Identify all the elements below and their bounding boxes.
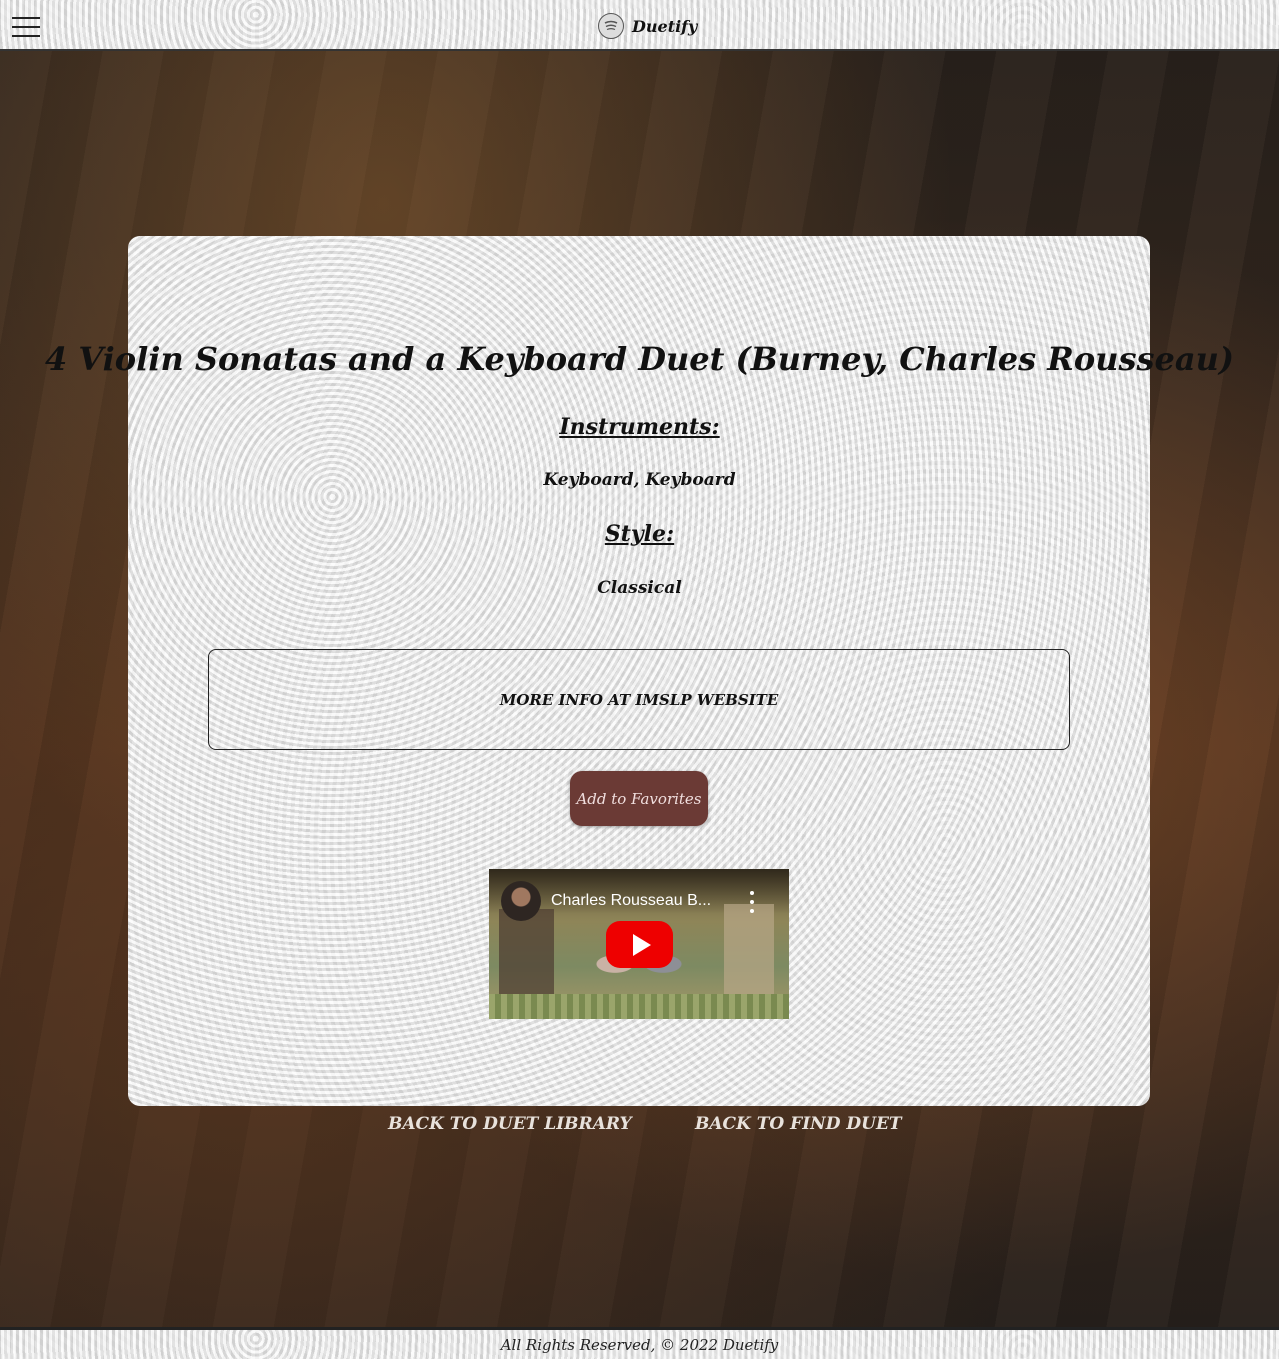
site-header: Duetify: [0, 0, 1279, 51]
instruments-heading: Instruments:: [559, 414, 720, 440]
style-value: Classical: [597, 578, 682, 598]
back-to-find-duet-link[interactable]: BACK TO FIND DUET: [695, 1114, 902, 1134]
duet-title: 4 Violin Sonatas and a Keyboard Duet (Bu…: [44, 340, 1235, 378]
footer-copyright: All Rights Reserved, © 2022 Duetify: [500, 1335, 779, 1354]
brand[interactable]: Duetify: [598, 12, 697, 40]
hamburger-menu-icon[interactable]: [12, 17, 40, 37]
site-footer: All Rights Reserved, © 2022 Duetify: [0, 1327, 1279, 1359]
instruments-value: Keyboard, Keyboard: [543, 470, 736, 490]
more-vertical-icon[interactable]: [747, 891, 757, 913]
youtube-video-embed[interactable]: Charles Rousseau B...: [489, 869, 789, 1019]
youtube-play-icon[interactable]: [606, 921, 673, 968]
brand-name: Duetify: [632, 16, 698, 36]
channel-avatar[interactable]: [501, 881, 541, 921]
brand-logo-icon: [598, 13, 624, 39]
video-thumbnail-decor: [499, 909, 554, 1004]
back-to-duet-library-link[interactable]: BACK TO DUET LIBRARY: [388, 1114, 632, 1134]
imslp-more-info-button[interactable]: MORE INFO AT IMSLP WEBSITE: [208, 649, 1070, 750]
video-title[interactable]: Charles Rousseau B...: [551, 892, 736, 910]
imslp-more-info-label: MORE INFO AT IMSLP WEBSITE: [499, 690, 779, 709]
style-heading: Style:: [604, 521, 675, 547]
add-to-favorites-button[interactable]: Add to Favorites: [570, 771, 708, 826]
video-thumbnail-floor: [489, 994, 789, 1019]
